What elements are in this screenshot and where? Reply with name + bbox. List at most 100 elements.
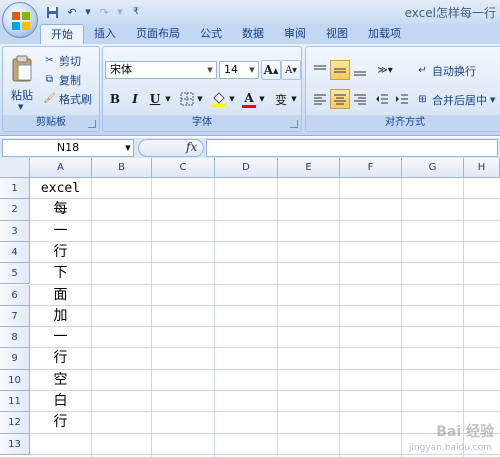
underline-dropdown-icon[interactable]: ▼ — [163, 89, 173, 109]
cell-a5[interactable]: 下 — [30, 263, 91, 284]
cell-a2[interactable]: 每 — [30, 199, 91, 220]
tab-page-layout[interactable]: 页面布局 — [126, 24, 190, 44]
grow-font-button[interactable]: A ▲ — [261, 60, 281, 80]
column-header-g[interactable]: G — [402, 158, 464, 178]
bold-button[interactable]: B — [105, 89, 125, 109]
format-painter-button[interactable]: 🖌 格式刷 — [43, 90, 92, 107]
paste-dropdown-icon: ▼ — [18, 103, 24, 111]
align-center-button[interactable] — [330, 89, 350, 109]
font-launcher-icon[interactable] — [290, 120, 298, 128]
cell-a4[interactable]: 行 — [30, 242, 91, 263]
border-icon — [180, 92, 194, 106]
font-name-combo[interactable]: 宋体 ▼ — [105, 61, 217, 79]
cell-a10[interactable]: 空 — [30, 370, 91, 391]
phonetic-button[interactable]: 变 — [271, 89, 291, 109]
undo-dropdown-icon[interactable]: ▼ — [84, 4, 92, 20]
redo-icon[interactable]: ↷ — [96, 4, 112, 20]
font-size-combo[interactable]: 14 ▼ — [219, 61, 259, 79]
cell-a9[interactable]: 行 — [30, 348, 91, 369]
italic-button[interactable]: I — [125, 89, 145, 109]
wrap-text-button[interactable]: ↵ 自动换行 — [416, 62, 476, 79]
cell-a7[interactable]: 加 — [30, 306, 91, 327]
align-right-button[interactable] — [350, 89, 370, 109]
save-icon[interactable] — [44, 4, 60, 20]
customize-qat-icon[interactable]: ₹ — [128, 4, 144, 20]
row-header-1[interactable]: 1 — [0, 178, 30, 200]
shrink-font-button[interactable]: A ▼ — [281, 60, 301, 80]
tab-review[interactable]: 审阅 — [274, 24, 316, 44]
row-header-3[interactable]: 3 — [0, 220, 30, 242]
underline-button[interactable]: U — [145, 89, 165, 109]
row-header-12[interactable]: 12 — [0, 412, 30, 434]
row-header-9[interactable]: 9 — [0, 348, 30, 370]
row-header-6[interactable]: 6 — [0, 284, 30, 306]
orientation-button[interactable]: ≫▾ — [372, 60, 398, 80]
align-top-button[interactable] — [310, 60, 330, 80]
tab-home[interactable]: 开始 — [40, 24, 84, 44]
align-left-button[interactable] — [310, 89, 330, 109]
font-name-dropdown-icon[interactable]: ▼ — [204, 62, 216, 78]
font-color-dropdown-icon[interactable]: ▼ — [257, 89, 267, 109]
undo-icon[interactable]: ↶ — [64, 4, 80, 20]
row-header-11[interactable]: 11 — [0, 391, 30, 413]
fill-color-button[interactable] — [209, 89, 229, 109]
row-header-10[interactable]: 10 — [0, 369, 30, 391]
align-middle-button[interactable] — [330, 60, 350, 80]
name-box[interactable]: N18 — [2, 139, 134, 157]
align-right-icon — [354, 94, 366, 105]
redo-dropdown-icon[interactable]: ▼ — [116, 4, 124, 20]
row-header-4[interactable]: 4 — [0, 241, 30, 264]
fill-color-dropdown-icon[interactable]: ▼ — [227, 89, 237, 109]
cut-button[interactable]: ✂ 剪切 — [43, 52, 81, 69]
formula-input[interactable] — [206, 139, 498, 157]
row-header-8[interactable]: 8 — [0, 327, 30, 349]
decrease-indent-button[interactable] — [372, 89, 392, 109]
cell-a11[interactable]: 白 — [30, 391, 91, 412]
cell-a1[interactable]: excel — [30, 178, 91, 199]
select-all-corner[interactable] — [0, 158, 30, 178]
tab-formulas[interactable]: 公式 — [190, 24, 232, 44]
gridline-horizontal — [30, 240, 500, 242]
copy-label: 复制 — [59, 73, 81, 87]
row-header-7[interactable]: 7 — [0, 305, 30, 328]
paste-button[interactable]: 粘贴 ▼ — [5, 49, 39, 115]
cell-a6[interactable]: 面 — [30, 285, 91, 306]
gridline-horizontal — [30, 219, 500, 221]
column-header-c[interactable]: C — [152, 158, 215, 178]
row-header-5[interactable]: 5 — [0, 263, 30, 285]
phonetic-dropdown-icon[interactable]: ▼ — [289, 89, 299, 109]
insert-function-button[interactable]: fx — [186, 140, 197, 154]
column-header-a[interactable]: A — [30, 158, 92, 178]
tab-insert[interactable]: 插入 — [84, 24, 126, 44]
worksheet-grid[interactable]: ABCDEFGH 1 2 3 4 5 6 7 8 9 10 11 12 13 excel 每一行下面加一行… — [0, 158, 500, 457]
name-box-dropdown-icon[interactable]: ▼ — [122, 139, 134, 157]
row-header-2[interactable]: 2 — [0, 199, 30, 221]
cell-a13[interactable] — [30, 434, 91, 455]
increase-indent-icon — [396, 94, 408, 104]
copy-button[interactable]: ⧉ 复制 — [43, 71, 81, 88]
align-bottom-button[interactable] — [350, 60, 370, 80]
font-color-button[interactable]: A — [239, 89, 259, 109]
column-header-d[interactable]: D — [215, 158, 278, 178]
column-header-f[interactable]: F — [340, 158, 402, 178]
column-header-e[interactable]: E — [278, 158, 340, 178]
cell-a8[interactable]: 一 — [30, 327, 91, 348]
merge-center-dropdown-icon[interactable]: ▼ — [490, 96, 495, 104]
decrease-indent-icon — [376, 94, 388, 104]
office-button[interactable] — [2, 2, 38, 38]
cell-a3[interactable]: 一 — [30, 221, 91, 242]
tab-view[interactable]: 视图 — [316, 24, 358, 44]
row-header-13[interactable]: 13 — [0, 433, 30, 455]
border-dropdown-icon[interactable]: ▼ — [195, 89, 205, 109]
clipboard-launcher-icon[interactable] — [88, 120, 96, 128]
cell-a12[interactable]: 行 — [30, 412, 91, 433]
font-size-dropdown-icon[interactable]: ▼ — [246, 62, 258, 78]
merge-center-button[interactable]: ⊞ 合并后居中 ▼ — [416, 91, 495, 108]
column-header-b[interactable]: B — [92, 158, 152, 178]
tab-data[interactable]: 数据 — [232, 24, 274, 44]
increase-indent-button[interactable] — [392, 89, 412, 109]
font-color-label: A — [244, 90, 254, 105]
tab-addins[interactable]: 加载项 — [358, 24, 411, 44]
border-button[interactable] — [177, 89, 197, 109]
column-header-h[interactable]: H — [464, 158, 500, 178]
